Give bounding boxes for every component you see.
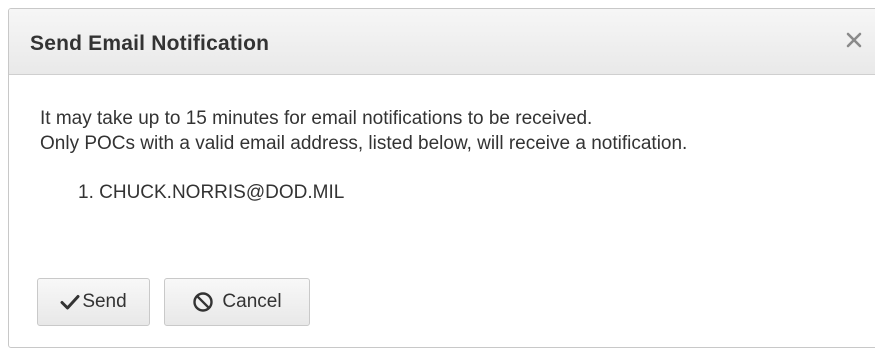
delivery-time-message: It may take up to 15 minutes for email n… bbox=[40, 108, 593, 129]
poc-email-item: 1. CHUCK.NORRIS@DOD.MIL bbox=[78, 182, 345, 203]
poc-email-list: 1. CHUCK.NORRIS@DOD.MIL bbox=[78, 182, 344, 204]
dialog-body: It may take up to 15 minutes for email n… bbox=[9, 75, 875, 347]
close-icon[interactable] bbox=[841, 27, 867, 53]
send-button-label: Send bbox=[82, 291, 127, 312]
dialog-title: Send Email Notification bbox=[30, 32, 270, 55]
cancel-button[interactable]: Cancel bbox=[164, 278, 310, 326]
dialog-titlebar: Send Email Notification bbox=[9, 9, 875, 75]
valid-email-message: Only POCs with a valid email address, li… bbox=[40, 133, 688, 154]
cancel-button-label: Cancel bbox=[222, 291, 282, 312]
send-email-notification-dialog: Send Email Notification It may take up t… bbox=[8, 8, 875, 348]
checkmark-icon bbox=[60, 294, 80, 310]
send-button[interactable]: Send bbox=[37, 278, 150, 326]
ban-icon bbox=[192, 291, 214, 313]
